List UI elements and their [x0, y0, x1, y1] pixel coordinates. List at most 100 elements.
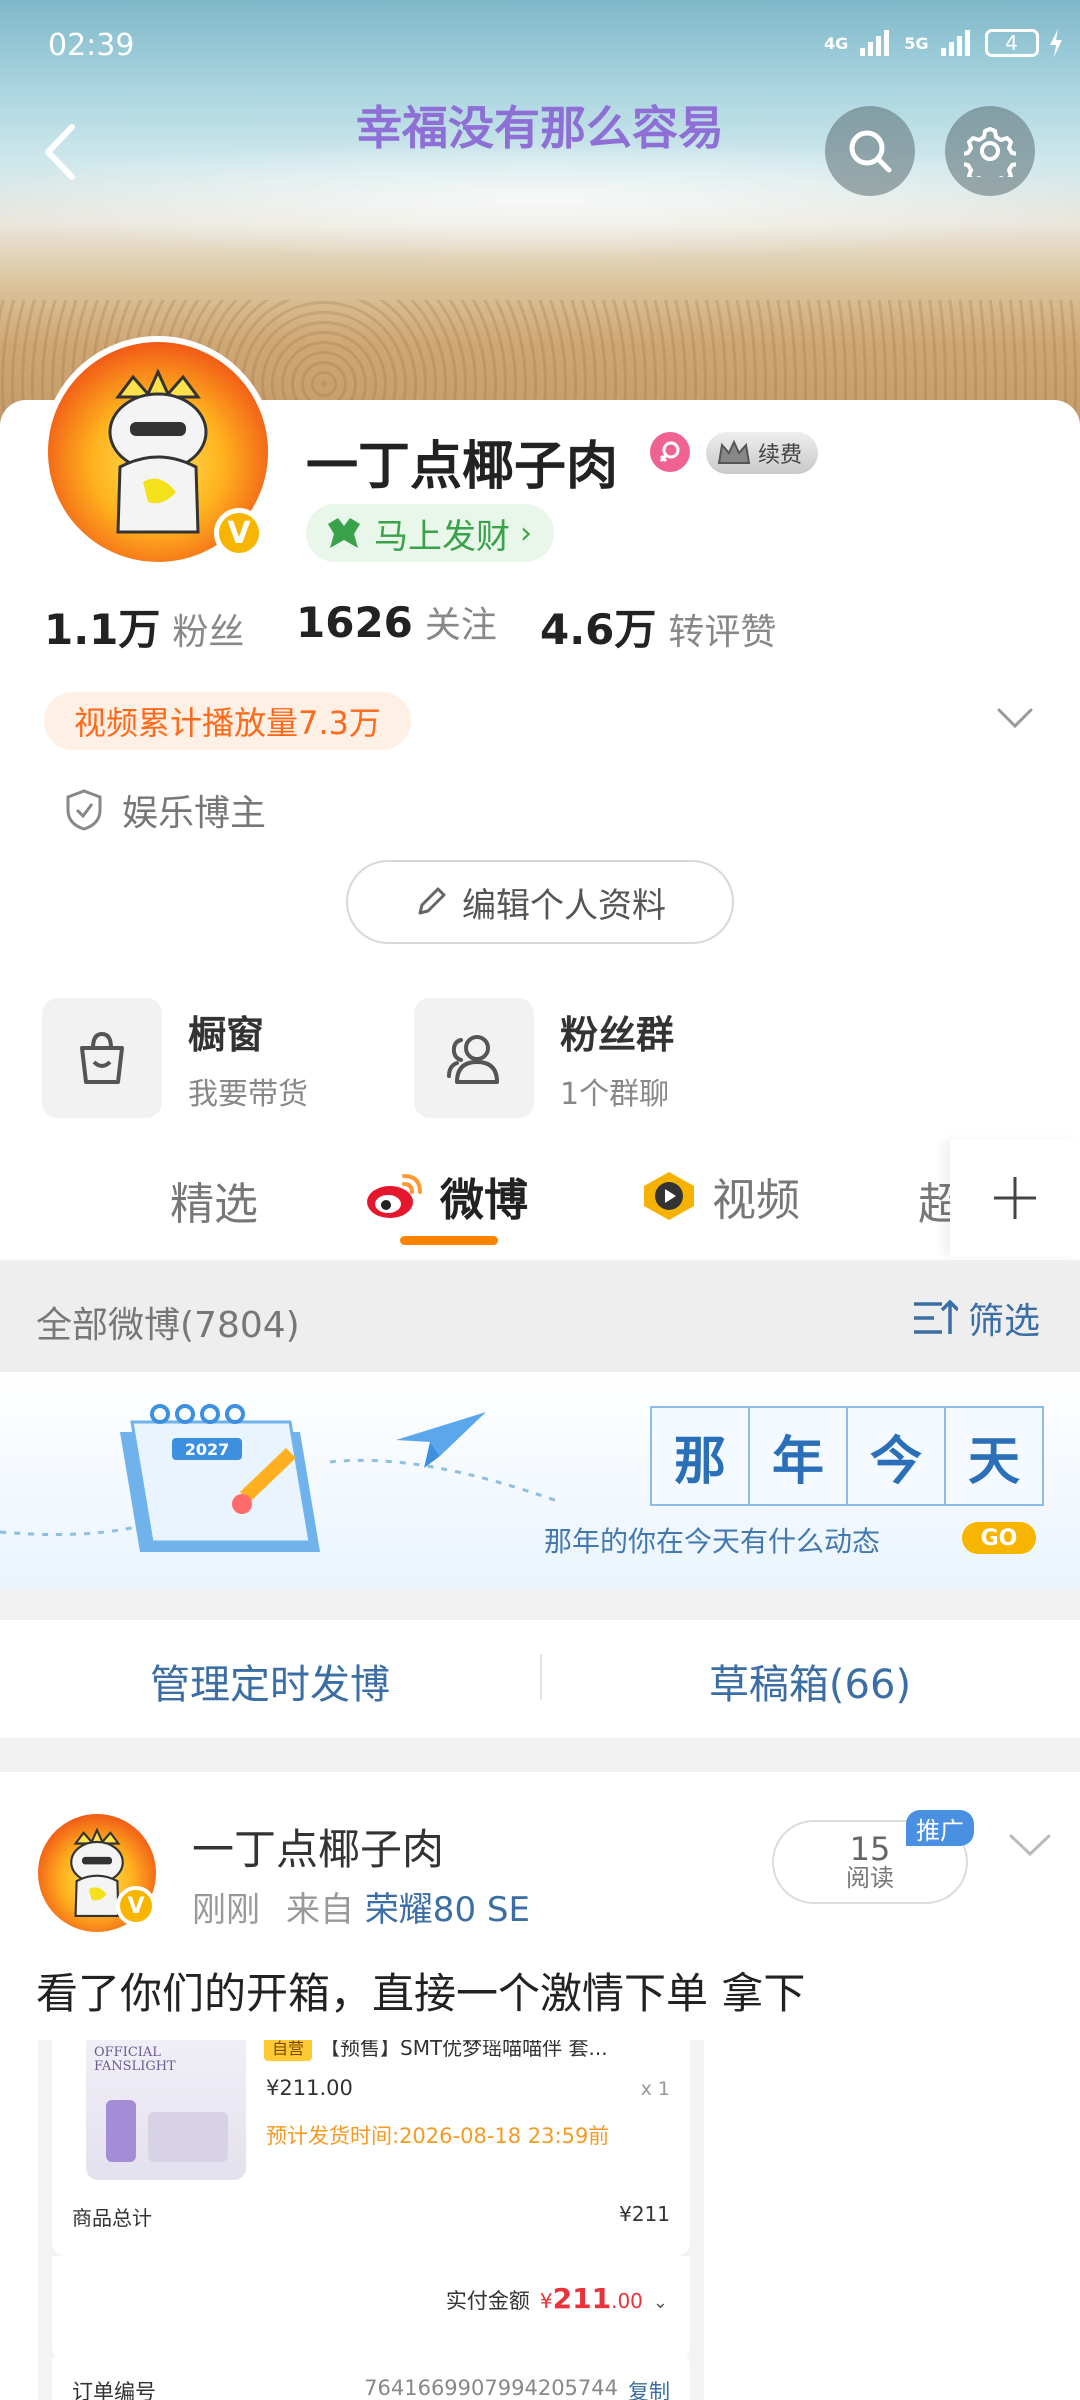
edit-profile-label: 编辑个人资料: [462, 885, 666, 926]
stat-interactions-num: 4.6万: [540, 605, 657, 654]
drafts-button[interactable]: 草稿箱(66): [540, 1652, 1080, 1710]
search-button[interactable]: [825, 106, 915, 196]
tab-weibo-label: 微博: [440, 1175, 528, 1226]
crown-icon: [717, 439, 751, 464]
title-char: 今: [848, 1406, 946, 1506]
tab-weibo[interactable]: 微博: [364, 1164, 528, 1228]
chevron-down-icon: [1009, 1834, 1051, 1857]
group-users-icon: [414, 998, 534, 1118]
order-number-row: 7641669907994205744 复制: [364, 2376, 670, 2400]
signal-icon: [940, 30, 970, 56]
fortune-label: 马上发财: [374, 516, 510, 557]
category-row: 娱乐博主: [64, 784, 266, 836]
order-copy-button[interactable]: 复制: [628, 2376, 670, 2400]
verified-badge-icon: V: [116, 1886, 156, 1926]
video-play-icon: [644, 1172, 694, 1220]
stat-following[interactable]: 1626 关注: [296, 596, 497, 648]
edit-profile-button[interactable]: 编辑个人资料: [346, 860, 734, 944]
back-arrow-icon: [45, 124, 75, 180]
stat-interactions-label: 转评赞: [668, 612, 777, 653]
settings-button[interactable]: [945, 106, 1035, 196]
order-paid-amount: ¥211.00: [540, 2282, 643, 2315]
expand-chevron-button[interactable]: [996, 706, 1034, 734]
stat-following-label: 关注: [424, 605, 497, 646]
order-thumb-text: OFFICIAL FANSLIGHT: [94, 2045, 176, 2075]
post-author-name[interactable]: 一丁点椰子肉: [192, 1816, 444, 1877]
cover-sea-highlight: [0, 140, 1080, 260]
post-source: 来自 荣耀80 SE: [286, 1882, 530, 1931]
add-tab-button[interactable]: [950, 1140, 1080, 1256]
order-paid-dec: .00: [611, 2289, 643, 2313]
vip-renew-label: 续费: [758, 443, 803, 468]
post-device[interactable]: 荣耀80 SE: [365, 1890, 530, 1930]
shortcut-showcase[interactable]: 橱窗 我要带货: [42, 998, 308, 1118]
charging-icon: [1049, 29, 1062, 57]
video-plays-badge[interactable]: 视频累计播放量7.3万: [44, 692, 411, 750]
pencil-icon: [418, 887, 446, 915]
order-total-label: 商品总计: [72, 2206, 152, 2230]
verified-badge-icon: V: [214, 508, 264, 558]
post-time: 刚刚: [192, 1890, 260, 1930]
back-button[interactable]: [30, 112, 90, 192]
tab-super-topic[interactable]: 超: [918, 1168, 950, 1232]
gender-female-icon: [650, 432, 690, 472]
vip-renew-badge[interactable]: 续费: [706, 432, 819, 474]
order-paid-label: 实付金额: [445, 2289, 530, 2313]
post-meta: 刚刚 来自 荣耀80 SE: [192, 1882, 530, 1931]
filter-label: 筛选: [968, 1301, 1041, 1342]
chevron-down-icon: ⌄: [652, 2292, 668, 2313]
order-item-price: ¥211.00: [266, 2076, 353, 2100]
order-ship-time: 预计发货时间:2026-08-18 23:59前: [266, 2124, 610, 2148]
order-paid-currency: ¥: [539, 2289, 553, 2313]
category-label: 娱乐博主: [122, 793, 267, 834]
shortcut-fan-group[interactable]: 粉丝群 1个群聊: [414, 998, 674, 1118]
order-item-card: OFFICIAL FANSLIGHT 自营 【预售】SMT优梦瑶喵喵伴 套...…: [52, 2040, 690, 2256]
order-number: 7641669907994205744: [364, 2376, 618, 2400]
shield-check-icon: [66, 789, 102, 831]
stat-followers[interactable]: 1.1万 粉丝: [44, 596, 244, 657]
search-icon: [849, 130, 892, 173]
promote-badge[interactable]: 推广: [906, 1810, 974, 1846]
order-thumbnail: OFFICIAL FANSLIGHT: [86, 2040, 246, 2180]
signal-icon: [860, 30, 890, 56]
go-button[interactable]: GO: [962, 1522, 1036, 1554]
title-char: 天: [946, 1406, 1044, 1506]
battery-icon: 4: [984, 29, 1039, 57]
stat-following-num: 1626: [296, 598, 413, 647]
tab-video[interactable]: 视频: [640, 1164, 800, 1228]
title-char: 那: [650, 1406, 750, 1506]
order-paid-card: 实付金额 ¥211.00 ⌄: [52, 2256, 690, 2360]
post-image[interactable]: OFFICIAL FANSLIGHT 自营 【预售】SMT优梦瑶喵喵伴 套...…: [38, 2040, 704, 2400]
on-this-day-title: 那 年 今 天: [650, 1406, 1044, 1506]
tab-active-indicator: [400, 1236, 498, 1245]
calendar-year: 2027: [185, 1440, 230, 1459]
shortcut-showcase-subtitle: 我要带货: [188, 1076, 308, 1112]
filter-bar-label: 全部微博(7804): [36, 1305, 300, 1346]
filter-button[interactable]: 筛选: [912, 1292, 1040, 1344]
shortcut-fan-group-title: 粉丝群: [560, 1012, 675, 1057]
gear-icon: [964, 127, 1016, 177]
scheduled-posts-button[interactable]: 管理定时发博: [0, 1652, 540, 1710]
weibo-logo-icon: [367, 1174, 422, 1218]
chevron-down-icon: [997, 708, 1033, 729]
page-title: 幸福没有那么容易: [356, 101, 724, 155]
stat-interactions[interactable]: 4.6万 转评赞: [540, 596, 776, 657]
fortune-badge[interactable]: 马上发财 ›: [306, 504, 554, 562]
filter-sort-icon: [914, 1299, 958, 1334]
plus-icon: [994, 1177, 1036, 1219]
network-4g-label: 4G: [824, 33, 849, 53]
stat-followers-label: 粉丝: [172, 612, 245, 653]
shopping-bag-icon: [42, 998, 162, 1118]
order-number-card: 订单编号 7641669907994205744 复制: [52, 2350, 690, 2400]
tab-featured[interactable]: 精选: [170, 1168, 258, 1232]
order-paid-row: 实付金额 ¥211.00 ⌄: [446, 2282, 668, 2315]
post-text: 看了你们的开箱，直接一个激情下单 拿下: [36, 1969, 806, 2018]
post-more-button[interactable]: [1008, 1832, 1052, 1862]
shortcut-fan-group-subtitle: 1个群聊: [560, 1076, 670, 1112]
tab-video-label: 视频: [712, 1175, 800, 1226]
calendar-illustration-icon: 2027: [0, 1404, 561, 1552]
status-time: 02:39: [48, 28, 135, 63]
stat-followers-num: 1.1万: [44, 605, 161, 654]
network-5g-label: 5G: [904, 33, 929, 53]
order-paid-int: 211: [552, 2282, 612, 2315]
